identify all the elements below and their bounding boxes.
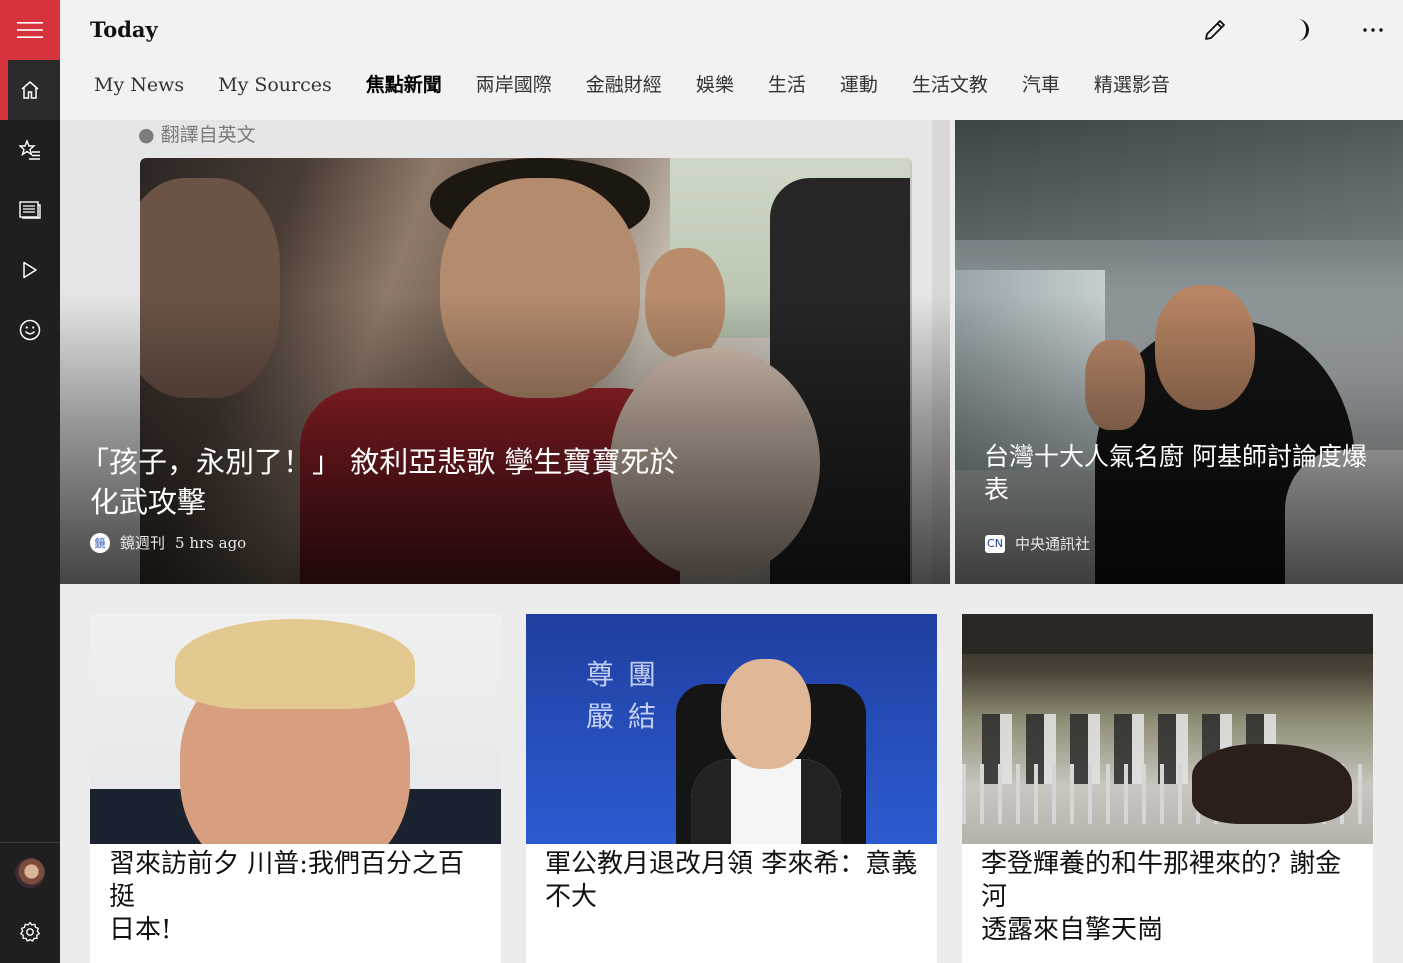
translated-text: 翻譯自英文 (160, 124, 256, 146)
tab-entertainment[interactable]: 娛樂 (696, 68, 734, 104)
nav-news[interactable] (0, 180, 60, 240)
tab-life-culture[interactable]: 生活文教 (912, 68, 988, 104)
hero-article-chef[interactable]: 台灣十大人氣名廚 阿基師討論度爆 表 CN 中央通訊社 (955, 120, 1403, 584)
home-icon (21, 81, 39, 99)
rail-divider (0, 842, 60, 843)
card-title: 李登輝養的和牛那裡來的? 謝金河 透露來自擎天崗 (981, 848, 1361, 947)
card-title-line2: 透露來自擎天崗 (981, 915, 1164, 945)
card-title-line1: 軍公教月退改月領 李來希：意義 (545, 849, 918, 879)
play-icon (23, 261, 37, 279)
page-title: Today (90, 17, 158, 42)
nav-settings[interactable] (0, 902, 60, 962)
more-button[interactable] (1355, 12, 1391, 48)
hero-title: 台灣十大人氣名廚 阿基師討論度爆 表 (984, 440, 1384, 506)
hero-title-line2: 表 (984, 475, 1010, 504)
nav-feedback[interactable] (0, 300, 60, 360)
tab-auto[interactable]: 汽車 (1022, 68, 1060, 104)
card-image (962, 614, 1373, 844)
article-card[interactable]: 尊團 嚴結 軍公教月退改月領 李來希：意義 不大 (526, 614, 937, 963)
nav-favorites[interactable] (0, 120, 60, 180)
avatar[interactable] (15, 858, 45, 888)
nav-video[interactable] (0, 240, 60, 300)
article-card[interactable]: 李登輝養的和牛那裡來的? 謝金河 透露來自擎天崗 (962, 614, 1373, 963)
edit-button[interactable] (1197, 12, 1233, 48)
hero-title-line1: 「孩子，永別了！」 敘利亞悲歌 孿生寶寶死於 (80, 445, 679, 479)
left-rail (0, 0, 60, 963)
card-image: 尊團 嚴結 (526, 614, 937, 844)
source-logo-icon: 鏡 (90, 532, 110, 553)
pencil-icon (1205, 20, 1225, 40)
card-title: 軍公教月退改月領 李來希：意義 不大 (545, 848, 925, 914)
background-text: 尊團 嚴結 (586, 658, 671, 733)
card-title-line2: 不大 (545, 882, 598, 912)
card-title: 習來訪前夕 川普:我們百分之百挺 日本! (109, 848, 489, 947)
translated-label: ● 翻譯自英文 (138, 120, 256, 147)
nav-home[interactable] (0, 60, 60, 120)
card-image (90, 614, 501, 844)
more-icon (1363, 28, 1383, 32)
hero-meta: CN 中央通訊社 (985, 533, 1090, 554)
tab-finance[interactable]: 金融財經 (586, 68, 662, 104)
smiley-icon (19, 319, 41, 341)
favorites-icon (19, 139, 40, 160)
hero-title-line1: 台灣十大人氣名廚 阿基師討論度爆 (984, 442, 1367, 471)
settings-icon (20, 921, 40, 942)
menu-icon (17, 22, 43, 38)
source-name: 中央通訊社 (1015, 535, 1091, 553)
article-card[interactable]: 習來訪前夕 川普:我們百分之百挺 日本! (90, 614, 501, 963)
top-bar: Today My News My Sources 焦點新聞 兩岸國際 金融財經 … (60, 0, 1403, 120)
moon-icon (1298, 19, 1309, 41)
hero-title-line2: 化武攻擊 (90, 485, 207, 519)
hero-meta: 鏡 鏡週刊 5 hrs ago (90, 532, 246, 553)
source-logo-icon: CN (985, 534, 1005, 553)
tab-my-sources[interactable]: My Sources (218, 68, 332, 104)
tab-life[interactable]: 生活 (768, 68, 806, 104)
category-tabs: My News My Sources 焦點新聞 兩岸國際 金融財經 娛樂 生活 … (60, 68, 1170, 104)
card-title-line2: 日本! (109, 915, 172, 945)
theme-toggle-button[interactable] (1282, 12, 1318, 48)
tab-focus-news[interactable]: 焦點新聞 (366, 68, 442, 104)
tab-cross-strait-intl[interactable]: 兩岸國際 (476, 68, 552, 104)
tab-sports[interactable]: 運動 (840, 68, 878, 104)
card-title-line1: 李登輝養的和牛那裡來的? 謝金河 (981, 849, 1342, 912)
hero-title: 「孩子，永別了！」 敘利亞悲歌 孿生寶寶死於 化武攻擊 (80, 442, 740, 522)
source-name: 鏡週刊 (120, 534, 166, 552)
menu-button[interactable] (0, 0, 60, 60)
globe-icon: ● (138, 124, 155, 146)
hero-article-syria[interactable]: ● 翻譯自英文 「孩子，永別了！」 敘利亞悲歌 孿生寶寶死於 化武攻擊 鏡 鏡週… (60, 120, 950, 584)
news-icon (19, 201, 41, 219)
timestamp: 5 hrs ago (175, 533, 247, 552)
tab-my-news[interactable]: My News (94, 68, 184, 104)
tab-videos[interactable]: 精選影音 (1094, 68, 1170, 104)
card-title-line1: 習來訪前夕 川普:我們百分之百挺 (109, 849, 465, 912)
